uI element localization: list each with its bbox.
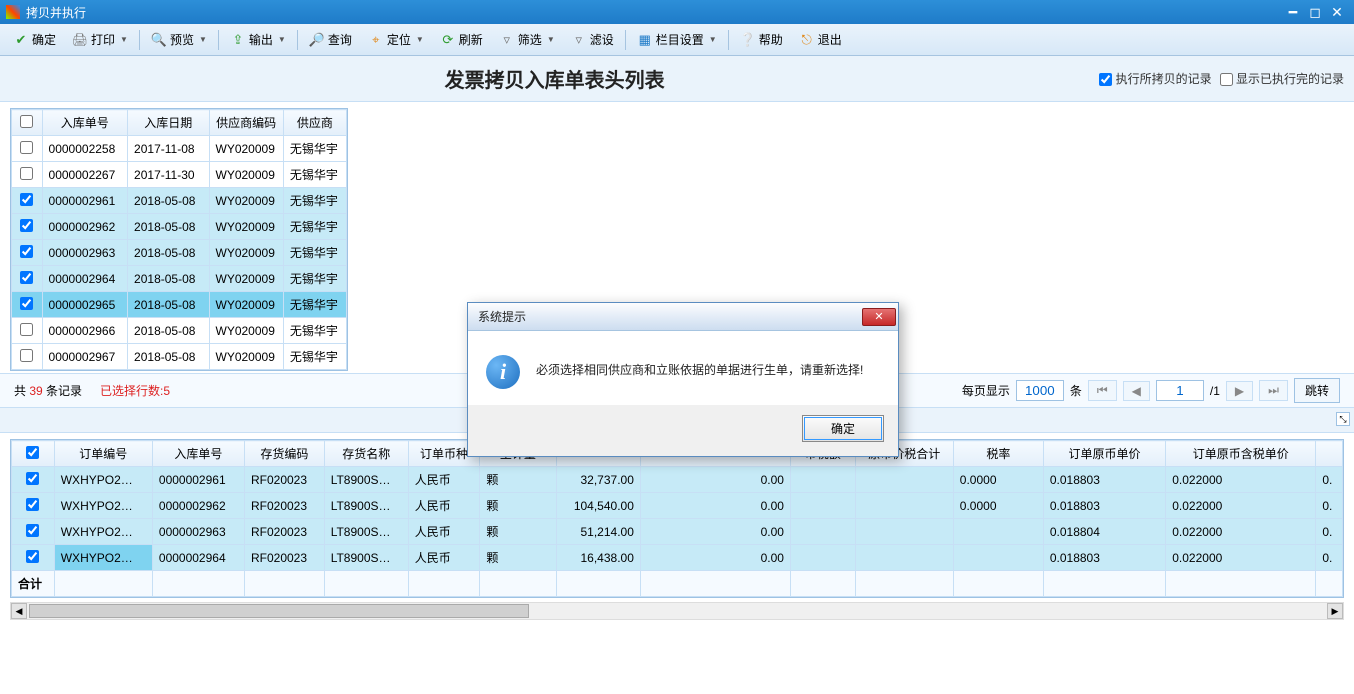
dialog-footer: 确定 (468, 405, 898, 456)
modal-overlay: 系统提示 ✕ i 必须选择相同供应商和立账依据的单据进行生单，请重新选择! 确定 (0, 0, 1354, 694)
dialog-message: 必须选择相同供应商和立账依据的单据进行生单，请重新选择! (536, 355, 863, 378)
system-dialog: 系统提示 ✕ i 必须选择相同供应商和立账依据的单据进行生单，请重新选择! 确定 (467, 302, 899, 457)
dialog-ok-button[interactable]: 确定 (802, 415, 884, 442)
dialog-titlebar: 系统提示 ✕ (468, 303, 898, 331)
dialog-title: 系统提示 (478, 308, 526, 325)
info-icon: i (486, 355, 520, 389)
dialog-close-button[interactable]: ✕ (862, 308, 896, 326)
dialog-body: i 必须选择相同供应商和立账依据的单据进行生单，请重新选择! (468, 331, 898, 405)
